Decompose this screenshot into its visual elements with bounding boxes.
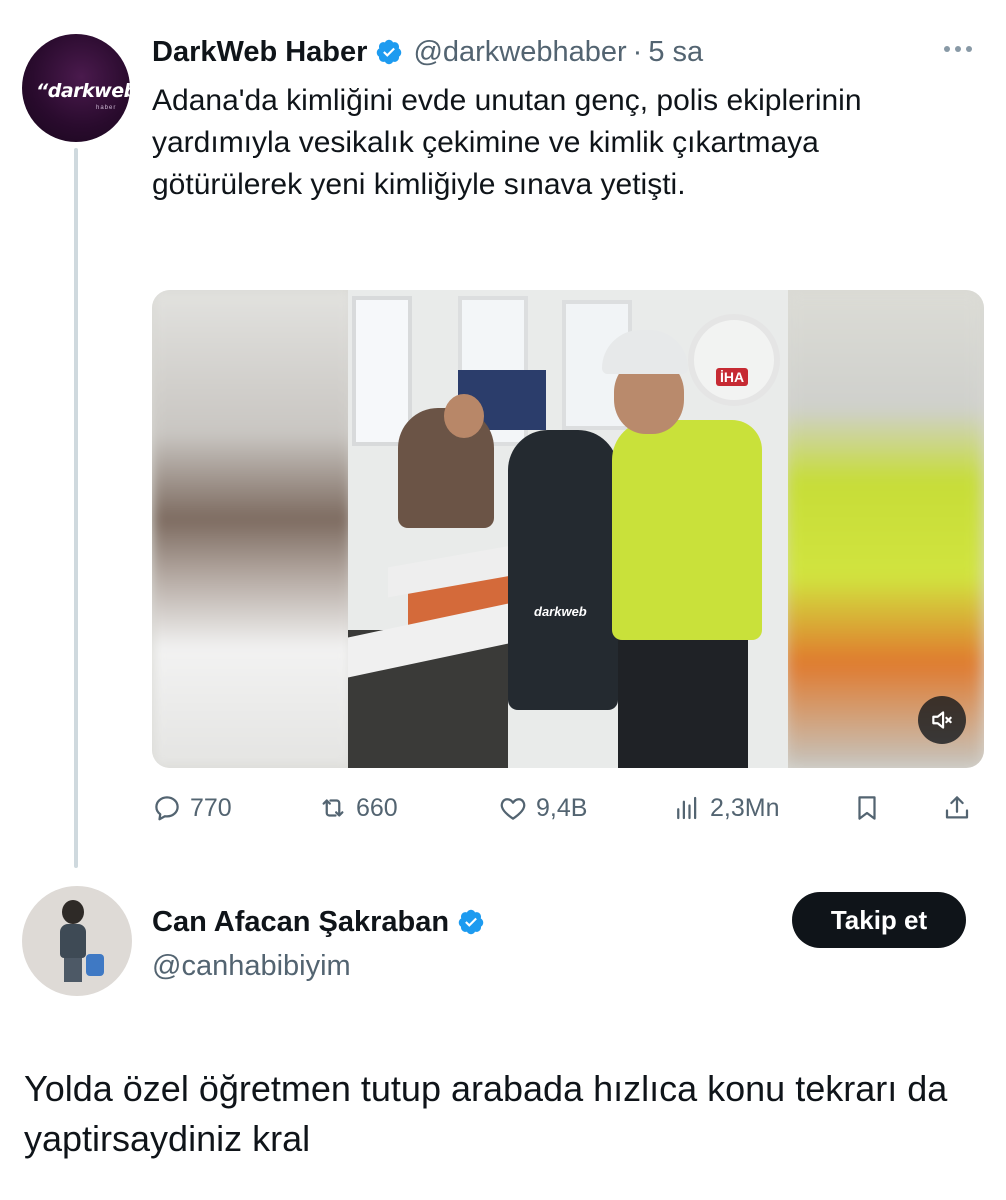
iha-logo-icon <box>688 314 780 406</box>
video-watermark: darkweb <box>534 604 587 619</box>
like-button[interactable]: 9,4B <box>498 786 587 830</box>
separator-dot: · <box>632 35 643 68</box>
repost-count: 660 <box>356 793 398 822</box>
can-afacan-avatar[interactable] <box>22 886 132 996</box>
reply-author-header: Can Afacan Şakraban <box>152 902 495 942</box>
tweet-timestamp[interactable]: 5 sa <box>648 36 703 69</box>
like-count: 9,4B <box>536 793 588 822</box>
repost-button[interactable]: 660 <box>318 786 398 830</box>
reply-author-display-name[interactable]: Can Afacan Şakraban <box>152 906 449 939</box>
video-blur-left <box>152 290 352 768</box>
share-button[interactable] <box>942 786 972 830</box>
thread-connector-line <box>74 148 78 868</box>
more-options-icon[interactable] <box>944 42 984 56</box>
views-count: 2,3Mn <box>710 793 780 822</box>
verified-badge-icon <box>377 39 402 65</box>
views-chart-icon <box>677 796 697 820</box>
tweet-actions-bar: 770 660 9,4B 2,3Mn <box>152 786 984 830</box>
heart-icon <box>500 798 526 820</box>
video-frame: İHA darkweb <box>348 290 788 768</box>
darkweb-haber-avatar[interactable]: “darkweb haber <box>22 34 130 142</box>
bookmark-icon <box>858 796 876 820</box>
tweet-header: DarkWeb Haber @darkwebhaber · 5 sa <box>152 34 703 70</box>
reply-count: 770 <box>190 793 232 822</box>
avatar-logo-text: “darkweb <box>36 80 130 102</box>
speaker-muted-icon <box>932 711 952 729</box>
reply-button[interactable]: 770 <box>152 786 232 830</box>
reply-icon <box>155 796 179 821</box>
reply-tweet-text: Yolda özel öğretmen tutup arabada hızlıc… <box>24 1068 948 1159</box>
share-icon <box>945 796 969 819</box>
iha-badge-label: İHA <box>716 368 749 386</box>
video-blur-right <box>784 290 984 768</box>
bookmark-button[interactable] <box>852 786 882 830</box>
tweet-video[interactable]: İHA darkweb <box>152 290 984 768</box>
reply-author-handle[interactable]: @canhabibiyim <box>152 950 351 983</box>
author-handle[interactable]: @darkwebhaber <box>413 36 626 69</box>
follow-button[interactable]: Takip et <box>792 892 966 948</box>
tweet-text: Adana'da kimliğini evde unutan genç, pol… <box>152 84 862 201</box>
verified-badge-icon <box>458 909 484 935</box>
volume-muted-icon[interactable] <box>918 696 966 744</box>
repost-icon <box>322 799 344 817</box>
avatar-logo-subtext: haber <box>96 105 117 111</box>
views-button[interactable]: 2,3Mn <box>672 786 779 830</box>
author-display-name[interactable]: DarkWeb Haber <box>152 36 367 69</box>
